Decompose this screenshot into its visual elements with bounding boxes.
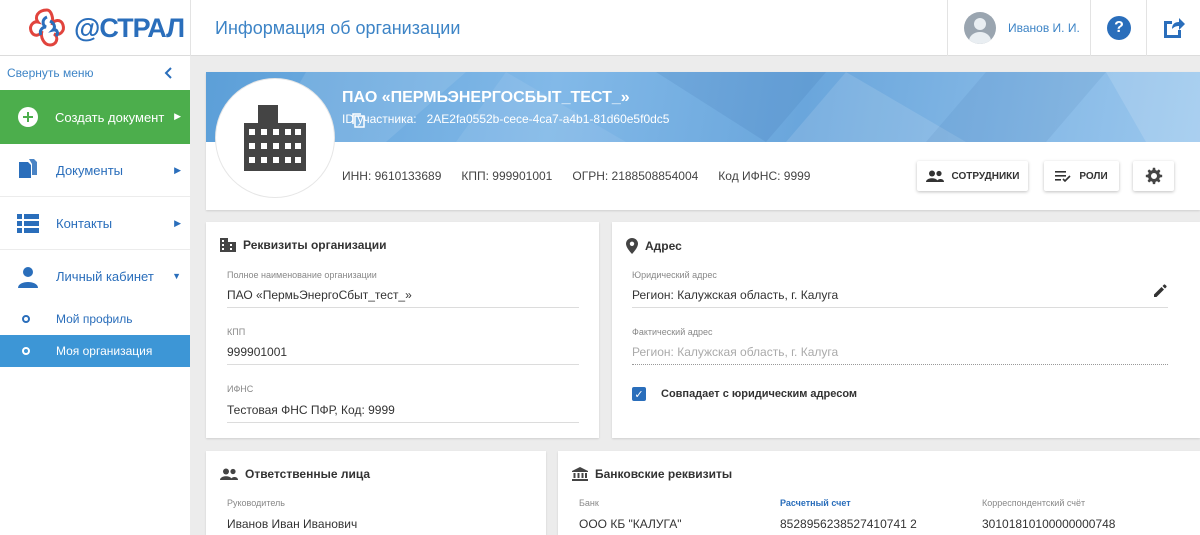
ifns-code-text: Код ИФНС: 9999 <box>718 169 811 183</box>
bank-title: Банковские реквизиты <box>572 467 732 481</box>
bank-label: Банк <box>579 498 599 508</box>
roles-button[interactable]: РОЛИ <box>1044 161 1119 191</box>
ifns-field[interactable]: Тестовая ФНС ПФР, Код: 9999 <box>227 403 579 423</box>
bank-icon <box>572 467 588 481</box>
responsible-persons-panel: Ответственные лица Руководитель Иванов И… <box>206 451 546 535</box>
divider <box>1090 0 1091 56</box>
head-label: Руководитель <box>227 498 285 508</box>
documents-icon <box>19 159 37 178</box>
building-icon <box>220 238 236 252</box>
head-field[interactable]: Иванов Иван Иванович <box>227 517 525 535</box>
people-icon <box>925 170 944 182</box>
chevron-right-icon: ▶ <box>174 111 181 121</box>
astral-logo-icon <box>29 8 65 47</box>
roles-label: РОЛИ <box>1079 170 1108 182</box>
bullet-icon <box>22 347 30 355</box>
panel-title-text: Реквизиты организации <box>243 238 387 252</box>
kpp-text: КПП: 999901001 <box>461 169 553 183</box>
full-name-field[interactable]: ПАО «ПермьЭнергоСбыт_тест_» <box>227 288 579 308</box>
bullet-icon <box>22 315 30 323</box>
settings-button[interactable] <box>1133 161 1174 191</box>
bank-field[interactable]: ООО КБ "КАЛУГА" <box>579 517 764 535</box>
chevron-left-icon <box>164 67 172 79</box>
employees-button[interactable]: СОТРУДНИКИ <box>917 161 1028 191</box>
copy-icon[interactable] <box>350 112 366 128</box>
sidebar-item-cabinet[interactable]: Личный кабинет ▼ <box>0 250 190 303</box>
collapse-menu-button[interactable]: Свернуть меню <box>0 56 190 90</box>
kpp-field[interactable]: 999901001 <box>227 345 579 365</box>
organization-codes: ИНН: 9610133689 КПП: 999901001 ОГРН: 218… <box>342 169 810 183</box>
account-label: Расчетный счет <box>780 498 851 508</box>
chevron-right-icon: ▶ <box>174 218 181 228</box>
responsible-title: Ответственные лица <box>220 467 370 481</box>
list-icon <box>17 214 39 233</box>
building-icon <box>244 105 306 171</box>
requisites-title: Реквизиты организации <box>220 238 387 252</box>
divider <box>190 0 191 56</box>
address-title: Адрес <box>626 238 682 254</box>
divider <box>947 0 948 56</box>
sidebar-subitem-my-organization[interactable]: Моя организация <box>0 335 190 367</box>
panel-title-text: Банковские реквизиты <box>595 467 733 481</box>
actual-address-label: Фактический адрес <box>632 327 713 337</box>
sidebar-item-documents[interactable]: Документы ▶ <box>0 144 190 197</box>
organization-name: ПАО «ПЕРМЬЭНЕРГОСБЫТ_ТЕСТ_» <box>342 89 630 106</box>
sidebar-item-contacts[interactable]: Контакты ▶ <box>0 197 190 250</box>
inn-text: ИНН: 9610133689 <box>342 169 442 183</box>
banner-pattern <box>266 72 1200 142</box>
sidebar-subitem-profile[interactable]: Мой профиль <box>0 303 190 335</box>
people-icon <box>220 468 238 480</box>
panel-title-text: Адрес <box>645 239 682 253</box>
full-name-label: Полное наименование организации <box>227 270 377 280</box>
participant-id-value: 2AE2fa0552b-cece-4ca7-a4b1-81d60e5f0dc5 <box>426 112 670 126</box>
user-name: Иванов И. И. <box>1008 21 1080 35</box>
chevron-down-icon: ▼ <box>172 271 181 281</box>
help-button[interactable]: ? <box>1107 16 1131 40</box>
checklist-icon <box>1055 171 1071 182</box>
same-address-checkbox[interactable]: ✓ <box>632 387 646 401</box>
legal-address-field[interactable]: Регион: Калужская область, г. Калуга <box>632 288 1168 308</box>
logo[interactable]: @СТРАЛ <box>0 0 190 56</box>
sidebar-item-label: Документы <box>56 162 124 178</box>
requisites-panel: Реквизиты организации Полное наименовани… <box>206 222 599 438</box>
correspondent-account-label: Корреспондентский счёт <box>982 498 1086 508</box>
bank-details-panel: Банковские реквизиты Банк ООО КБ "КАЛУГА… <box>558 451 1200 535</box>
organization-logo <box>216 79 334 197</box>
ifns-label: ИФНС <box>227 384 254 394</box>
create-document-label: Создать документ <box>55 109 165 125</box>
sidebar-item-label: Контакты <box>56 215 113 231</box>
sidebar-item-label: Личный кабинет <box>56 269 154 284</box>
organization-banner: ПАО «ПЕРМЬЭНЕРГОСБЫТ_ТЕСТ_» ID участника… <box>206 72 1200 142</box>
actual-address-field[interactable]: Регион: Калужская область, г. Калуга <box>632 345 1168 365</box>
employees-label: СОТРУДНИКИ <box>951 170 1020 182</box>
user-icon <box>18 266 38 288</box>
exit-icon[interactable] <box>1160 15 1186 41</box>
location-pin-icon <box>626 238 638 254</box>
gear-icon <box>1145 167 1162 185</box>
plus-icon <box>18 107 38 127</box>
top-bar: @СТРАЛ Информация об организации Иванов … <box>0 0 1200 56</box>
collapse-menu-label: Свернуть меню <box>7 66 94 80</box>
sidebar: Свернуть меню Создать документ ▶ Докумен… <box>0 56 190 535</box>
participant-id: ID участника: 2AE2fa0552b-cece-4ca7-a4b1… <box>342 112 670 128</box>
user-menu[interactable]: Иванов И. И. <box>964 12 1080 44</box>
ogrn-text: ОГРН: 2188508854004 <box>572 169 699 183</box>
divider <box>1146 0 1147 56</box>
page-title: Информация об организации <box>215 18 461 38</box>
sidebar-subitem-label: Мой профиль <box>56 312 133 326</box>
kpp-label: КПП <box>227 327 246 337</box>
panel-title-text: Ответственные лица <box>245 467 371 481</box>
account-field[interactable]: 8528956238527410741 2 <box>780 517 966 535</box>
edit-icon[interactable] <box>1152 283 1168 299</box>
avatar <box>964 12 996 44</box>
same-address-label: Совпадает с юридическим адресом <box>661 388 858 400</box>
create-document-button[interactable]: Создать документ ▶ <box>0 90 190 144</box>
organization-card: ПАО «ПЕРМЬЭНЕРГОСБЫТ_ТЕСТ_» ID участника… <box>206 72 1200 210</box>
chevron-right-icon: ▶ <box>174 165 181 175</box>
address-panel: Адрес Юридический адрес Регион: Калужска… <box>612 222 1200 438</box>
correspondent-account-field[interactable]: 30101810100000000748 <box>982 517 1178 535</box>
legal-address-label: Юридический адрес <box>632 270 717 280</box>
sidebar-subitem-label: Моя организация <box>56 344 153 358</box>
logo-text: @СТРАЛ <box>74 12 185 43</box>
